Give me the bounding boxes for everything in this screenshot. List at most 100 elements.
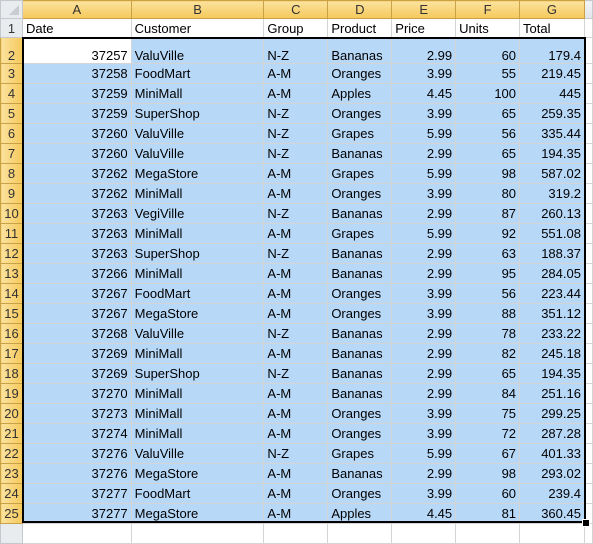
cell-group[interactable]: A-M — [263, 463, 329, 484]
cell-product[interactable]: Bananas — [327, 463, 393, 484]
cell-product[interactable]: Apples — [327, 503, 393, 524]
row-header[interactable]: 21 — [0, 423, 23, 444]
cell-customer[interactable]: MiniMall — [130, 223, 265, 244]
cell-total[interactable]: 319.2 — [519, 183, 585, 204]
cell-group[interactable]: N-Z — [263, 443, 329, 464]
header-cell-product[interactable]: Product — [327, 18, 393, 38]
cell-product[interactable]: Oranges — [327, 183, 393, 204]
empty-cell[interactable] — [391, 523, 457, 544]
cell-product[interactable]: Grapes — [327, 443, 393, 464]
empty-cell[interactable] — [263, 523, 329, 544]
cell-units[interactable]: 78 — [455, 323, 521, 344]
cell-total[interactable]: 587.02 — [519, 163, 585, 184]
cell-units[interactable]: 75 — [455, 403, 521, 424]
empty-cell[interactable] — [583, 37, 593, 64]
column-header-h[interactable] — [583, 0, 593, 19]
empty-cell[interactable] — [583, 83, 593, 104]
row-header[interactable]: 24 — [0, 483, 23, 504]
cell-group[interactable]: N-Z — [263, 37, 329, 64]
empty-cell[interactable] — [583, 243, 593, 264]
cell-group[interactable]: N-Z — [263, 143, 329, 164]
cell-units[interactable]: 95 — [455, 263, 521, 284]
cell-total[interactable]: 188.37 — [519, 243, 585, 264]
cell-product[interactable]: Oranges — [327, 423, 393, 444]
cell-total[interactable]: 219.45 — [519, 63, 585, 84]
empty-cell[interactable] — [583, 383, 593, 404]
cell-group[interactable]: A-M — [263, 383, 329, 404]
cell-customer[interactable]: MegaStore — [130, 463, 265, 484]
cell-date[interactable]: 37269 — [21, 363, 132, 384]
cell-price[interactable]: 3.99 — [391, 423, 457, 444]
cell-group[interactable]: N-Z — [263, 123, 329, 144]
cell-units[interactable]: 80 — [455, 183, 521, 204]
cell-units[interactable]: 63 — [455, 243, 521, 264]
empty-cell[interactable] — [327, 523, 393, 544]
row-header[interactable]: 18 — [0, 363, 23, 384]
empty-cell[interactable] — [583, 263, 593, 284]
cell-product[interactable]: Bananas — [327, 143, 393, 164]
header-cell-units[interactable]: Units — [455, 18, 521, 38]
cell-product[interactable]: Grapes — [327, 223, 393, 244]
cell-price[interactable]: 4.45 — [391, 503, 457, 524]
cell-price[interactable]: 4.45 — [391, 83, 457, 104]
cell-product[interactable]: Bananas — [327, 243, 393, 264]
cell-group[interactable]: N-Z — [263, 243, 329, 264]
cell-units[interactable]: 65 — [455, 103, 521, 124]
cell-customer[interactable]: MiniMall — [130, 343, 265, 364]
cell-group[interactable]: A-M — [263, 283, 329, 304]
cell-date[interactable]: 37259 — [21, 103, 132, 124]
cell-group[interactable]: A-M — [263, 343, 329, 364]
header-cell-customer[interactable]: Customer — [130, 18, 265, 38]
cell-price[interactable]: 3.99 — [391, 183, 457, 204]
cell-product[interactable]: Apples — [327, 83, 393, 104]
empty-cell[interactable] — [583, 323, 593, 344]
cell-group[interactable]: A-M — [263, 223, 329, 244]
cell-product[interactable]: Bananas — [327, 343, 393, 364]
cell-price[interactable]: 2.99 — [391, 143, 457, 164]
cell-total[interactable]: 233.22 — [519, 323, 585, 344]
empty-cell[interactable] — [583, 303, 593, 324]
cell-customer[interactable]: MiniMall — [130, 263, 265, 284]
cell-product[interactable]: Oranges — [327, 403, 393, 424]
cell-total[interactable]: 360.45 — [519, 503, 585, 524]
cell-total[interactable]: 551.08 — [519, 223, 585, 244]
cell-product[interactable]: Oranges — [327, 63, 393, 84]
cell-date[interactable]: 37276 — [21, 463, 132, 484]
header-cell-date[interactable]: Date — [21, 18, 132, 38]
row-header[interactable]: 5 — [0, 103, 23, 124]
cell-customer[interactable]: MiniMall — [130, 183, 265, 204]
cell-customer[interactable]: SuperShop — [130, 363, 265, 384]
cell-units[interactable]: 67 — [455, 443, 521, 464]
row-header[interactable]: 9 — [0, 183, 23, 204]
row-header[interactable]: 2 — [0, 37, 23, 64]
column-header-d[interactable]: D — [327, 0, 393, 19]
cell-price[interactable]: 5.99 — [391, 443, 457, 464]
cell-total[interactable]: 284.05 — [519, 263, 585, 284]
row-header[interactable]: 17 — [0, 343, 23, 364]
cell-customer[interactable]: ValuVille — [130, 37, 265, 64]
row-header[interactable]: 8 — [0, 163, 23, 184]
cell-total[interactable]: 245.18 — [519, 343, 585, 364]
row-header[interactable]: 10 — [0, 203, 23, 224]
cell-product[interactable]: Oranges — [327, 103, 393, 124]
cell-date[interactable]: 37266 — [21, 263, 132, 284]
cell-date[interactable]: 37262 — [21, 183, 132, 204]
column-header-a[interactable]: A — [21, 0, 132, 19]
row-header[interactable] — [0, 523, 23, 544]
empty-cell[interactable] — [583, 483, 593, 504]
empty-cell[interactable] — [583, 203, 593, 224]
empty-cell[interactable] — [583, 463, 593, 484]
cell-customer[interactable]: ValuVille — [130, 443, 265, 464]
cell-total[interactable]: 287.28 — [519, 423, 585, 444]
cell-units[interactable]: 60 — [455, 37, 521, 64]
cell-customer[interactable]: SuperShop — [130, 243, 265, 264]
cell-units[interactable]: 55 — [455, 63, 521, 84]
empty-cell[interactable] — [583, 163, 593, 184]
row-header[interactable]: 1 — [0, 18, 23, 38]
cell-price[interactable]: 2.99 — [391, 343, 457, 364]
empty-cell[interactable] — [21, 523, 132, 544]
row-header[interactable]: 15 — [0, 303, 23, 324]
cell-price[interactable]: 3.99 — [391, 303, 457, 324]
cell-date[interactable]: 37258 — [21, 63, 132, 84]
cell-group[interactable]: N-Z — [263, 203, 329, 224]
